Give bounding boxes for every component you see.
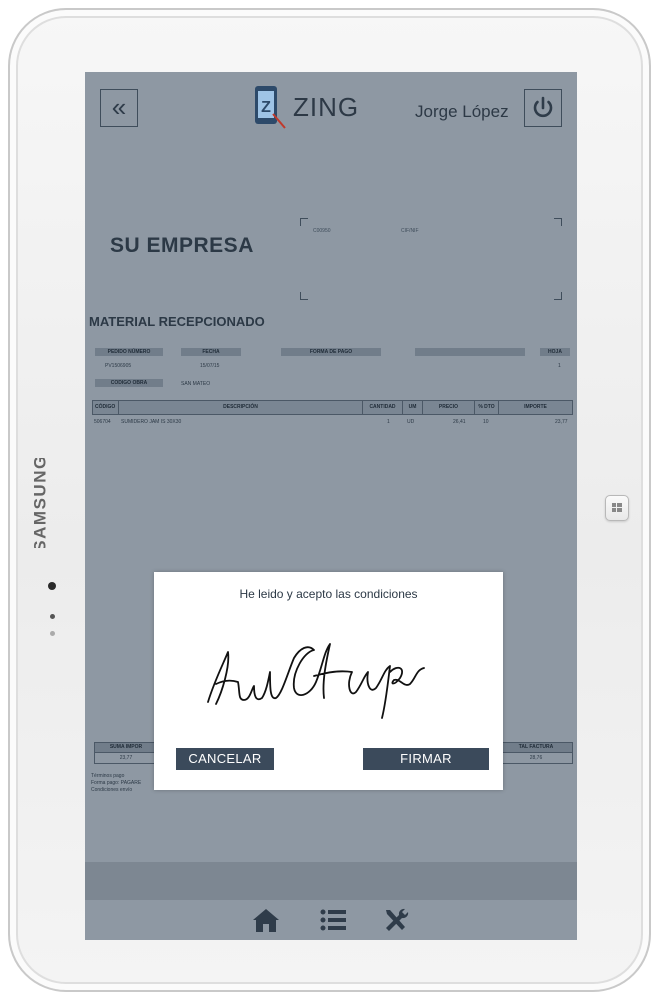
column-header: DESCRIPCIÓN <box>119 401 363 414</box>
signature-drawing[interactable] <box>194 622 434 722</box>
column-header: UM <box>403 401 423 414</box>
power-button[interactable] <box>524 89 562 127</box>
order-date: 15/07/15 <box>200 363 220 369</box>
column-header: PRECIO <box>423 401 475 414</box>
cif-right: CIF/NIF <box>401 228 419 234</box>
home-icon[interactable] <box>251 906 281 934</box>
item-unit: UD <box>407 419 415 425</box>
sensor-dot <box>50 631 55 636</box>
terms-block: Términos pago Forma pago: PAGARE Condici… <box>91 773 141 794</box>
column-header: IMPORTE <box>524 404 547 410</box>
svg-text:Z: Z <box>261 99 271 116</box>
item-quantity: 1 <box>387 419 390 425</box>
terms-line: Términos pago <box>91 773 125 779</box>
invoice-total-box: TAL FACTURA 28,76 <box>499 742 573 764</box>
order-header: FECHA <box>181 348 241 356</box>
sensor-dot <box>50 614 55 619</box>
document-title: MATERIAL RECEPCIONADO <box>89 314 265 329</box>
item-amount: 23,77 <box>555 419 568 425</box>
order-number: PV1506905 <box>105 363 132 369</box>
cif-left: C00950 <box>313 228 331 234</box>
home-hardware-button[interactable] <box>605 495 629 521</box>
obra-value: SAN MATEO <box>181 381 211 387</box>
obra-label: CODIGO OBRA <box>95 379 163 387</box>
brand-logo: SAMSUNG <box>26 458 56 548</box>
items-table-header: CÓDIGO DESCRIPCIÓN CANTIDAD UM PRECIO % … <box>92 400 573 415</box>
company-name: SU EMPRESA <box>110 234 254 257</box>
invoice-total-value: 28,76 <box>529 755 543 761</box>
bottom-nav <box>85 900 577 940</box>
dialog-title: He leido y acepto las condiciones <box>239 587 418 601</box>
power-icon <box>533 96 553 118</box>
invoice-total-label: TAL FACTURA <box>500 743 572 753</box>
terms-line: Condiciones envío <box>91 787 133 793</box>
order-header: PEDIDO NÚMERO <box>95 348 163 356</box>
list-icon[interactable] <box>318 906 348 934</box>
bottom-strip <box>85 862 577 900</box>
sum-value: 23,77 <box>119 755 133 761</box>
sum-label: SUMA IMPOR <box>95 743 157 753</box>
tools-icon[interactable] <box>381 906 411 934</box>
column-header: % DTO <box>475 401 499 414</box>
item-discount: 10 <box>483 419 489 425</box>
cancel-button[interactable]: CANCELAR <box>176 748 274 770</box>
item-description: SUMIDERO JAM IS 30X30 <box>121 419 182 425</box>
item-code: 506704 <box>94 419 111 425</box>
signature-dialog: He leido y acepto las condiciones CANCEL… <box>154 572 503 790</box>
sheet-number: 1 <box>558 363 561 369</box>
sign-button[interactable]: FIRMAR <box>363 748 489 770</box>
app-screen: « Z ZING Jorge López SU EMPRESA C00950 C… <box>85 72 577 940</box>
svg-text:SAMSUNG: SAMSUNG <box>30 458 49 548</box>
item-price: 26,41 <box>453 419 466 425</box>
top-bar: « Z ZING Jorge López <box>85 72 577 142</box>
column-header: CÓDIGO <box>93 401 119 414</box>
order-header: HOJA <box>540 348 570 356</box>
address-frame <box>300 218 562 300</box>
app-name: ZING <box>293 92 360 122</box>
order-header: FORMA DE PAGO <box>281 348 381 356</box>
column-header: CANTIDAD <box>363 401 403 414</box>
terms-line: Forma pago: PAGARE <box>91 780 142 786</box>
app-logo-icon: Z <box>251 84 291 132</box>
sum-total-box: SUMA IMPOR 23,77 <box>94 742 158 764</box>
back-button[interactable]: « <box>100 89 138 127</box>
back-icon: « <box>111 92 127 122</box>
camera-lens <box>48 582 56 590</box>
order-header <box>415 348 525 356</box>
user-name: Jorge López <box>415 102 509 121</box>
